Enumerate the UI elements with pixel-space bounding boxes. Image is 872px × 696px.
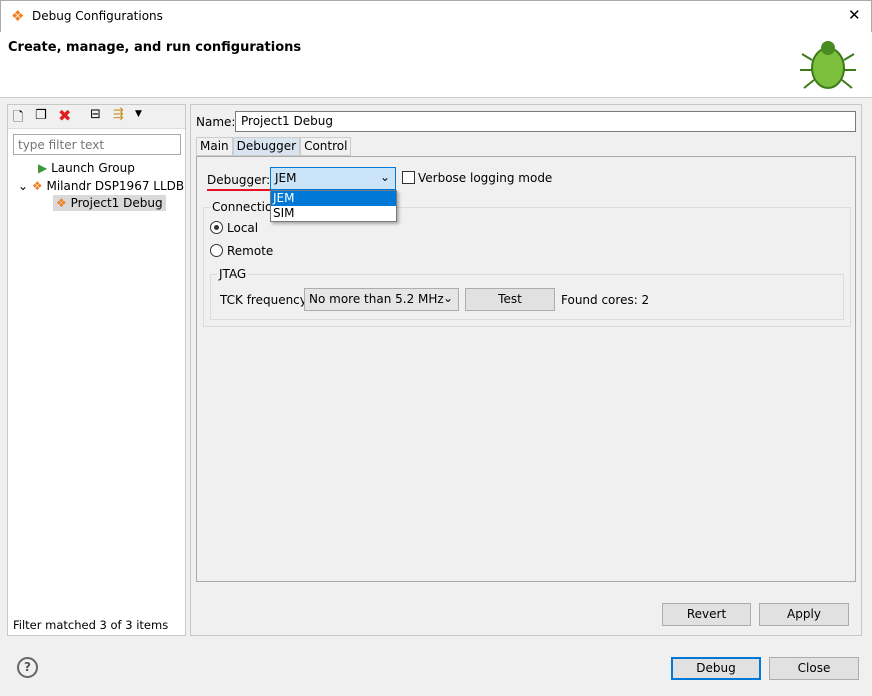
tab-debugger[interactable]: Debugger (232, 137, 301, 156)
tck-label: TCK frequency: (220, 293, 311, 307)
option-sim[interactable]: SIM (271, 206, 396, 221)
debugger-dropdown-list: JEM SIM (270, 190, 397, 222)
close-window-button[interactable]: ✕ (848, 6, 861, 24)
banner-heading: Create, manage, and run configurations (8, 40, 302, 55)
jtag-label: JTAG (217, 267, 249, 281)
config-tree-panel: 🗋 ❐ ✖ ⊟ ⇶ ▼ ▶ Launch Group ⌄ ❖ Milandr D… (7, 104, 186, 636)
tck-select-value: No more than 5.2 MHz (309, 292, 444, 306)
option-jem[interactable]: JEM (271, 191, 396, 206)
chevron-down-icon[interactable]: ⌄ (18, 179, 28, 193)
help-icon[interactable]: ? (17, 657, 38, 678)
tab-main[interactable]: Main (196, 137, 233, 156)
config-editor: Name: Project1 Debug Main Debugger Contr… (190, 104, 862, 636)
tck-select[interactable]: No more than 5.2 MHz ⌄ (304, 288, 459, 311)
revert-button[interactable]: Revert (662, 603, 751, 626)
local-radio[interactable] (210, 221, 223, 234)
tree-item-milandr[interactable]: ⌄ ❖ Milandr DSP1967 LLDB (18, 179, 184, 193)
duplicate-icon[interactable]: ❐ (35, 108, 47, 123)
tab-control[interactable]: Control (300, 137, 352, 156)
apply-button[interactable]: Apply (759, 603, 849, 626)
chevron-down-icon[interactable]: ▼ (135, 109, 142, 119)
local-label: Local (227, 221, 259, 235)
found-cores: Found cores: 2 (561, 293, 650, 307)
debugger-select-value: JEM (275, 171, 297, 185)
debug-button[interactable]: Debug (671, 657, 761, 680)
filter-status: Filter matched 3 of 3 items (13, 618, 169, 632)
connection-group: Connection Local Remote JTAG TCK frequen… (203, 200, 851, 327)
test-button[interactable]: Test (465, 288, 555, 311)
tab-content: Debugger: JEM ⌄ Verbose logging mode Conn… (196, 156, 856, 582)
name-input[interactable]: Project1 Debug (235, 111, 856, 132)
remote-radio[interactable] (210, 244, 223, 257)
chevron-down-icon: ⌄ (379, 170, 390, 184)
tabs: Main Debugger Control (196, 137, 352, 156)
banner: Create, manage, and run configurations (0, 32, 872, 98)
close-button[interactable]: Close (769, 657, 859, 680)
remote-label: Remote (227, 244, 274, 258)
chevron-down-icon: ⌄ (442, 291, 453, 305)
tree-item-label: Milandr DSP1967 LLDB (46, 179, 185, 193)
verbose-label: Verbose logging mode (418, 171, 553, 185)
tree-item-label: Project1 Debug (70, 196, 163, 210)
new-config-icon[interactable]: 🗋 (13, 108, 23, 130)
tree-item-launch-group[interactable]: ▶ Launch Group (38, 161, 135, 175)
delete-icon[interactable]: ✖ (58, 106, 71, 125)
collapse-all-icon[interactable]: ⊟ (90, 107, 101, 122)
filter-icon[interactable]: ⇶ (113, 107, 124, 122)
name-label: Name: (196, 115, 236, 129)
toolbar: 🗋 ❐ ✖ ⊟ ⇶ ▼ (8, 105, 185, 129)
tree-item-project1-debug[interactable]: ❖ Project1 Debug (53, 195, 166, 211)
bug-icon (800, 41, 856, 89)
config-type-icon: ❖ (31, 179, 43, 193)
title-bar: ❖ Debug Configurations ✕ (0, 0, 872, 32)
debugger-label: Debugger: (207, 173, 271, 191)
window-title: Debug Configurations (32, 9, 163, 23)
app-icon: ❖ (11, 7, 25, 25)
config-icon: ❖ (56, 196, 67, 210)
tree-item-label: Launch Group (51, 161, 135, 175)
filter-input[interactable] (13, 134, 181, 155)
jtag-group: JTAG TCK frequency: No more than 5.2 MHz… (210, 267, 844, 320)
verbose-checkbox[interactable] (402, 171, 415, 184)
debugger-select[interactable]: JEM ⌄ (270, 167, 396, 190)
